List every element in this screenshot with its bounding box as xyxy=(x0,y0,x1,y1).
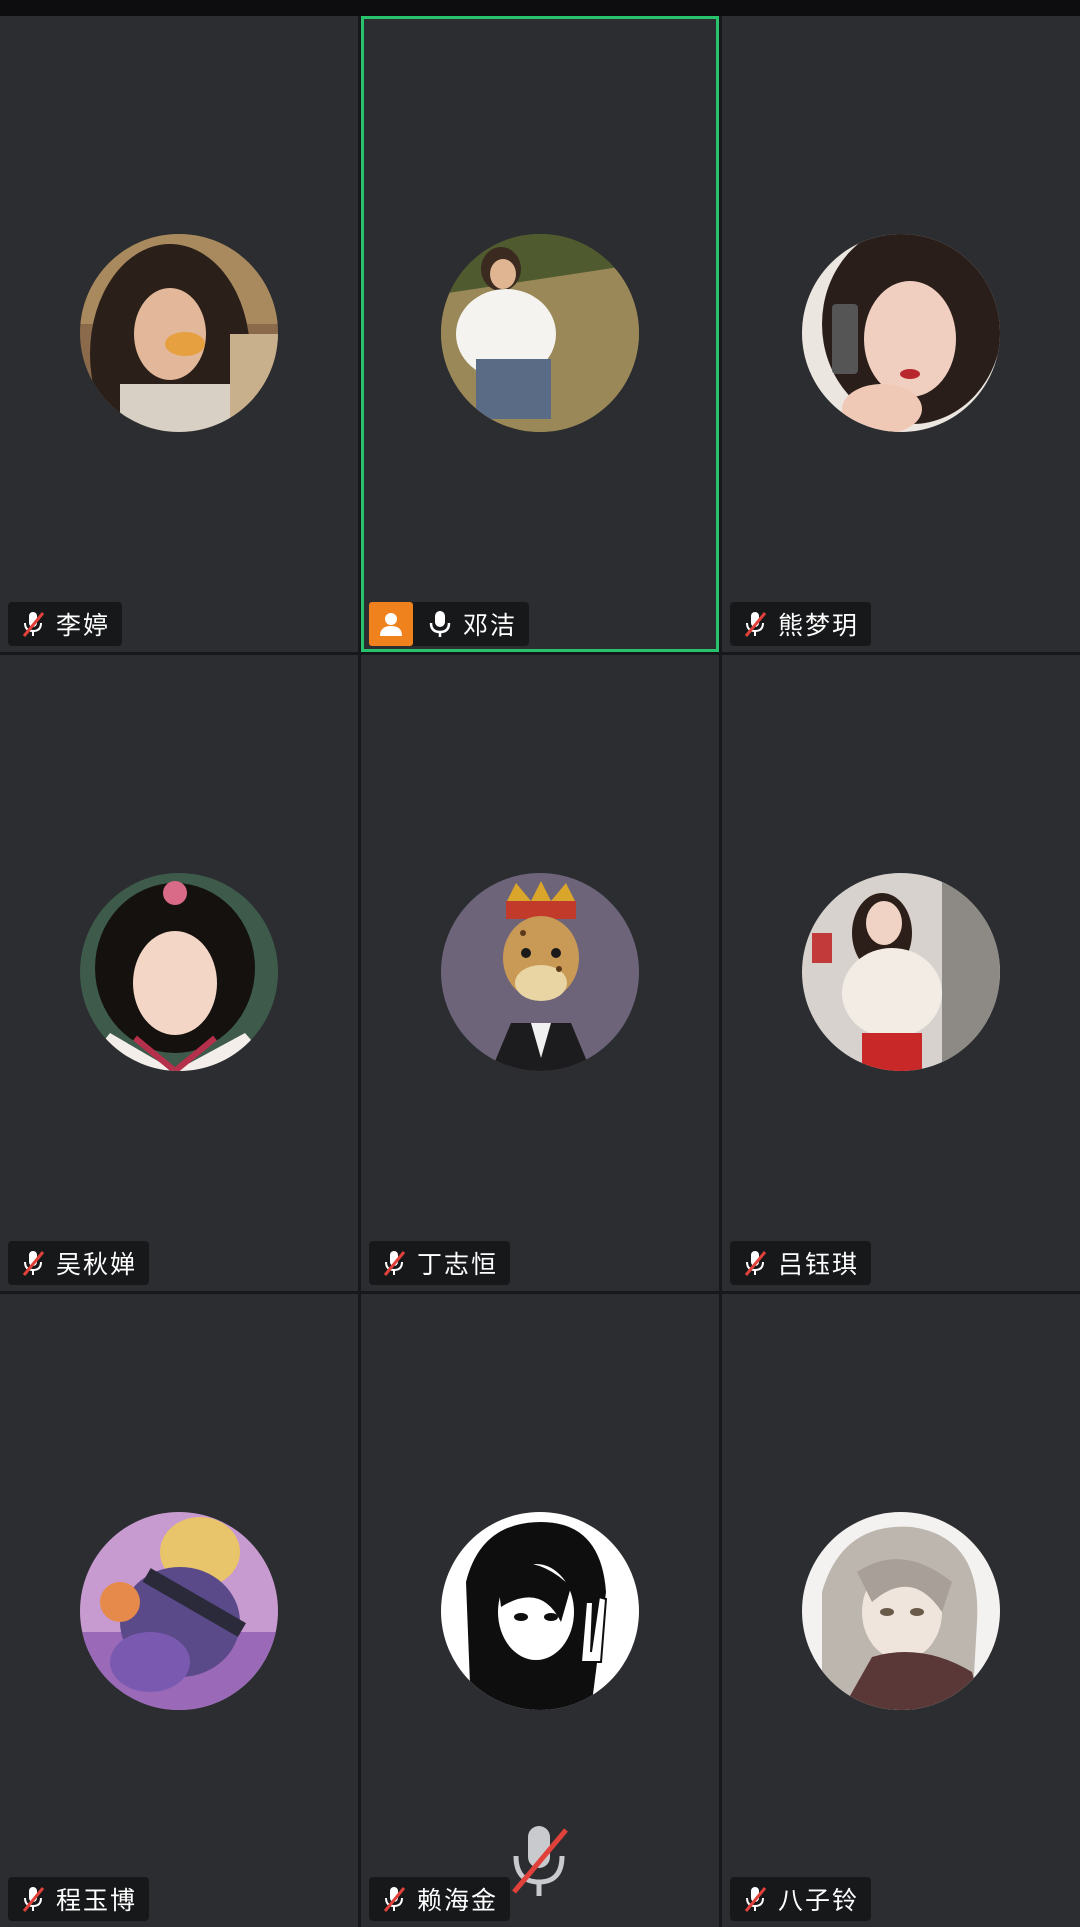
participant-name-tag: 熊梦玥 xyxy=(730,602,872,646)
participant-tile[interactable]: 吕钰琪 xyxy=(722,655,1080,1291)
mic-muted-icon xyxy=(512,1826,568,1896)
participant-tile[interactable]: 吴秋婵 xyxy=(0,655,358,1291)
mic-muted-icon[interactable] xyxy=(379,1884,409,1914)
participant-name-tag: 丁志恒 xyxy=(369,1241,511,1285)
participant-name-tag: 八子铃 xyxy=(730,1877,872,1921)
participant-avatar xyxy=(802,1512,1000,1710)
participant-name: 邓洁 xyxy=(463,611,518,640)
mic-muted-icon[interactable] xyxy=(740,1884,770,1914)
mic-muted-icon[interactable] xyxy=(18,1248,48,1278)
status-bar xyxy=(0,0,1080,16)
participant-name: 赖海金 xyxy=(417,1886,499,1915)
participant-name: 八子铃 xyxy=(778,1886,860,1915)
mic-muted-icon[interactable] xyxy=(740,1248,770,1278)
participant-avatar xyxy=(441,1512,639,1710)
participant-avatar xyxy=(80,234,278,432)
participant-tile[interactable]: 程玉博 xyxy=(0,1294,358,1927)
participant-tile[interactable]: 丁志恒 xyxy=(361,655,719,1291)
mic-muted-icon[interactable] xyxy=(18,609,48,639)
participant-tile[interactable]: 李婷 xyxy=(0,16,358,652)
participant-avatar xyxy=(802,873,1000,1071)
participant-avatar xyxy=(441,234,639,432)
participant-name: 李婷 xyxy=(56,611,111,640)
participant-avatar xyxy=(441,873,639,1071)
participant-avatar xyxy=(80,1512,278,1710)
participant-name: 吕钰琪 xyxy=(778,1250,860,1279)
mic-muted-icon[interactable] xyxy=(740,609,770,639)
mute-toggle-button[interactable] xyxy=(500,1820,580,1900)
participant-tile-active[interactable]: 邓洁 xyxy=(361,16,719,652)
participant-name-tag: 程玉博 xyxy=(8,1877,150,1921)
participant-name: 丁志恒 xyxy=(417,1250,499,1279)
participant-name-tag: 李婷 xyxy=(8,602,123,646)
participant-name: 吴秋婵 xyxy=(56,1250,138,1279)
participant-name-tag: 吴秋婵 xyxy=(8,1241,150,1285)
mic-on-icon[interactable] xyxy=(425,609,455,639)
participant-tile[interactable]: 熊梦玥 xyxy=(722,16,1080,652)
mic-muted-icon[interactable] xyxy=(18,1884,48,1914)
participant-avatar xyxy=(802,234,1000,432)
participant-grid: 李婷 邓洁 熊梦玥 吴秋婵 丁志恒 吕钰琪 程玉博 赖海金 八子铃 xyxy=(0,16,1080,1927)
participant-name-tag: 赖海金 xyxy=(369,1877,511,1921)
participant-tile[interactable]: 八子铃 xyxy=(722,1294,1080,1927)
participant-name-tag: 吕钰琪 xyxy=(730,1241,872,1285)
mic-muted-icon[interactable] xyxy=(379,1248,409,1278)
participant-name: 程玉博 xyxy=(56,1886,138,1915)
host-badge-icon xyxy=(369,602,413,646)
participant-name: 熊梦玥 xyxy=(778,611,860,640)
participant-avatar xyxy=(80,873,278,1071)
participant-name-tag: 邓洁 xyxy=(369,602,530,646)
